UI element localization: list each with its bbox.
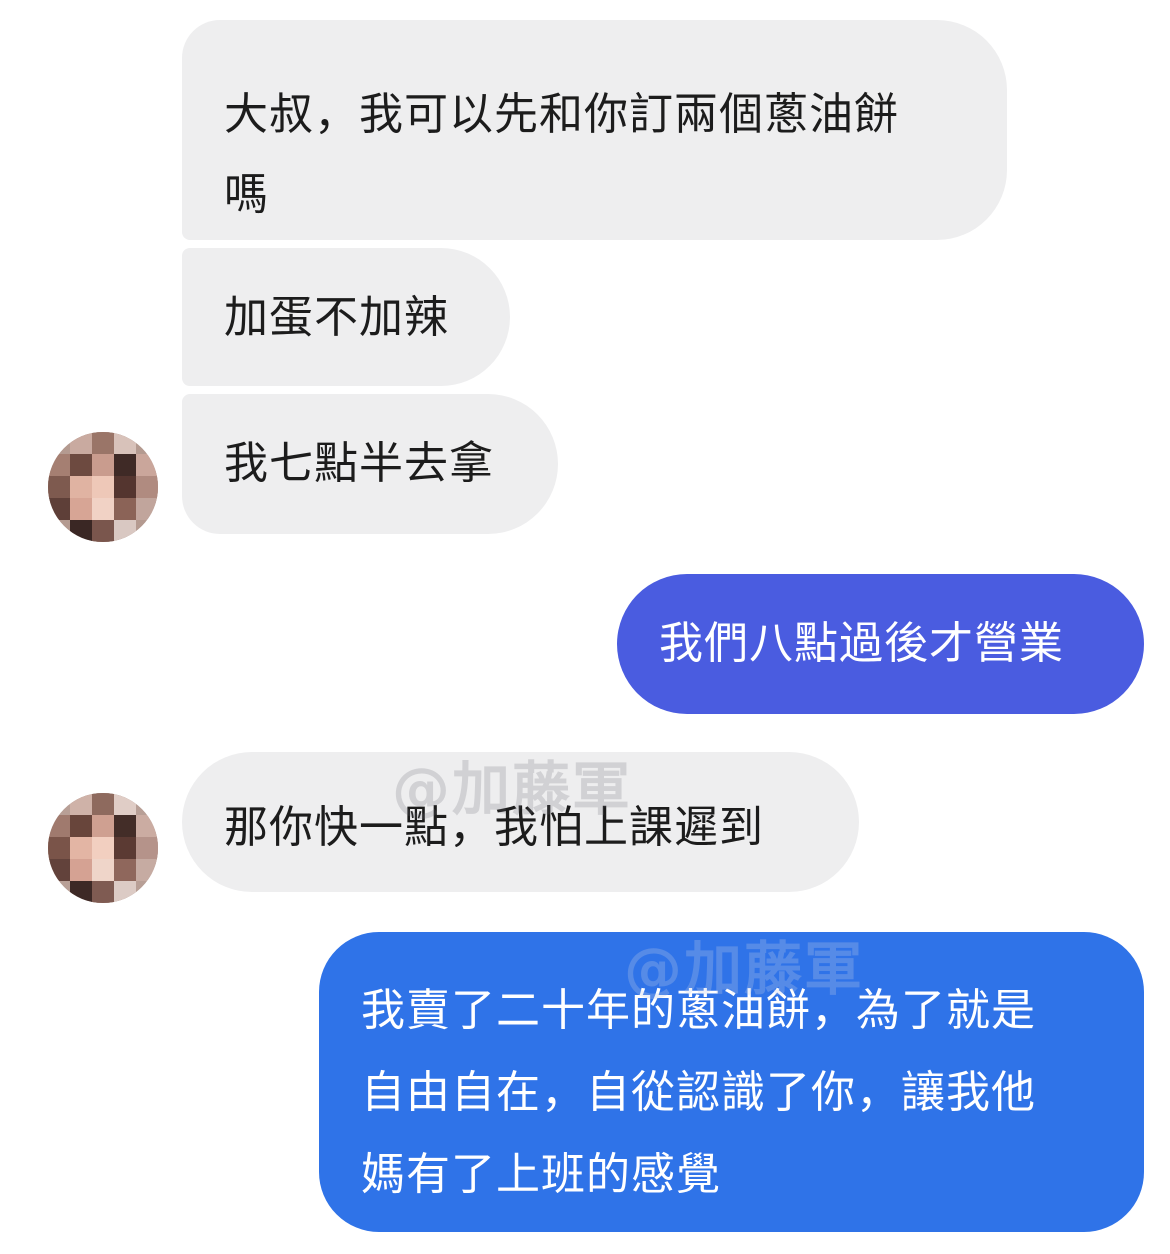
outgoing-message-bubble[interactable]: 我們八點過後才營業	[617, 574, 1144, 714]
incoming-message-bubble[interactable]: 我七點半去拿	[182, 394, 558, 534]
incoming-message-bubble[interactable]: 大叔，我可以先和你訂兩個蔥油餅 嗎	[182, 20, 1007, 240]
incoming-message-bubble[interactable]: 加蛋不加辣	[182, 248, 510, 386]
outgoing-message-bubble[interactable]: 我賣了二十年的蔥油餅，為了就是 自由自在，自從認識了你，讓我他 媽有了上班的感覺	[319, 932, 1144, 1232]
pixelated-avatar-icon	[48, 793, 158, 903]
incoming-message-bubble[interactable]: 那你快一點，我怕上課遲到	[182, 752, 859, 892]
sender-avatar[interactable]	[48, 432, 158, 542]
pixelated-avatar-icon	[48, 432, 158, 542]
sender-avatar[interactable]	[48, 793, 158, 903]
